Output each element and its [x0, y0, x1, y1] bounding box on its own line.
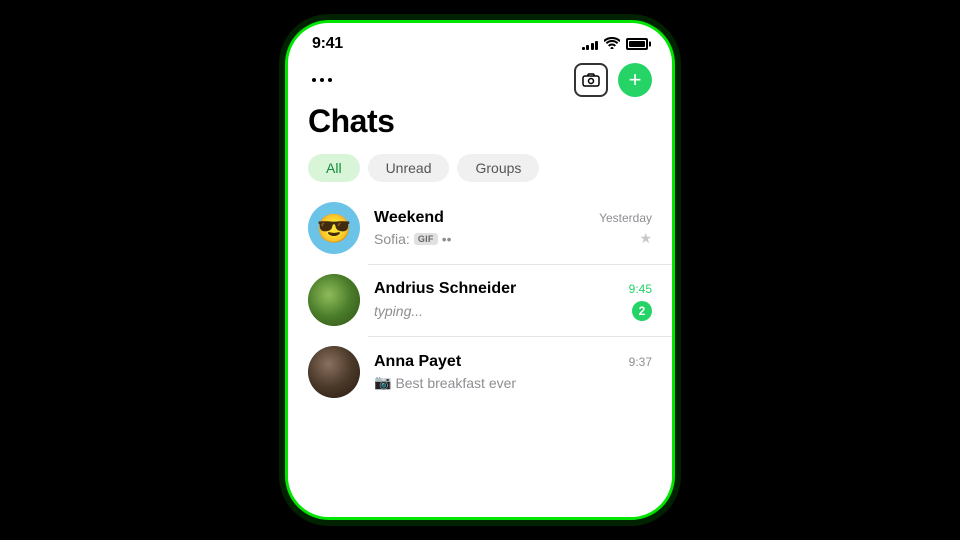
- header-actions: +: [308, 63, 652, 97]
- chat-time-anna: 9:37: [629, 355, 652, 369]
- chat-top-anna: Anna Payet 9:37: [374, 353, 652, 371]
- signal-bars-icon: [582, 38, 599, 50]
- chat-item-anna[interactable]: Anna Payet 9:37 📷 Best breakfast ever: [288, 336, 672, 408]
- more-options-button[interactable]: [308, 74, 336, 86]
- chat-name-anna: Anna Payet: [374, 353, 461, 371]
- dot-icon: [320, 78, 324, 82]
- chat-bottom-anna: 📷 Best breakfast ever: [374, 374, 652, 391]
- chat-bottom-weekend: Sofia: GIF •• ★: [374, 230, 652, 247]
- chat-top-weekend: Weekend Yesterday: [374, 209, 652, 227]
- phone-frame: 9:41: [285, 20, 675, 520]
- chat-top-andrius: Andrius Schneider 9:45: [374, 280, 652, 298]
- chat-preview-andrius: typing...: [374, 303, 423, 319]
- chat-name-andrius: Andrius Schneider: [374, 280, 516, 298]
- filter-tab-unread[interactable]: Unread: [368, 154, 450, 182]
- chat-meta-weekend: ★: [639, 230, 652, 247]
- dot-icon: [328, 78, 332, 82]
- page-title: Chats: [308, 103, 652, 140]
- avatar-andrius: [308, 274, 360, 326]
- status-icons: [582, 36, 649, 52]
- avatar-weekend: 😎: [308, 202, 360, 254]
- chat-bottom-andrius: typing... 2: [374, 301, 652, 321]
- new-chat-button[interactable]: +: [618, 63, 652, 97]
- chat-content-anna: Anna Payet 9:37 📷 Best breakfast ever: [374, 353, 652, 391]
- header-right-actions: +: [574, 63, 652, 97]
- star-icon: ★: [639, 230, 652, 247]
- chat-name-weekend: Weekend: [374, 209, 444, 227]
- gif-badge: GIF: [414, 233, 438, 245]
- camera-icon: [582, 73, 600, 87]
- chat-item-weekend[interactable]: 😎 Weekend Yesterday Sofia: GIF •• ★: [288, 192, 672, 264]
- chat-content-weekend: Weekend Yesterday Sofia: GIF •• ★: [374, 209, 652, 247]
- header: + Chats: [288, 57, 672, 148]
- chat-time-weekend: Yesterday: [599, 211, 652, 225]
- chat-list: 😎 Weekend Yesterday Sofia: GIF •• ★: [288, 192, 672, 517]
- filter-tabs: All Unread Groups: [288, 148, 672, 192]
- chat-item-andrius[interactable]: Andrius Schneider 9:45 typing... 2: [288, 264, 672, 336]
- camera-preview-icon: 📷: [374, 374, 391, 391]
- dot-icon: [312, 78, 316, 82]
- chat-meta-andrius: 2: [632, 301, 652, 321]
- camera-button[interactable]: [574, 63, 608, 97]
- status-bar: 9:41: [288, 23, 672, 57]
- filter-tab-all[interactable]: All: [308, 154, 360, 182]
- chat-content-andrius: Andrius Schneider 9:45 typing... 2: [374, 280, 652, 321]
- battery-icon: [626, 38, 648, 50]
- unread-badge-andrius: 2: [632, 301, 652, 321]
- chat-preview-anna: 📷 Best breakfast ever: [374, 374, 516, 391]
- filter-tab-groups[interactable]: Groups: [457, 154, 539, 182]
- status-time: 9:41: [312, 35, 343, 53]
- wifi-icon: [604, 36, 620, 52]
- chat-preview-weekend: Sofia: GIF ••: [374, 231, 452, 247]
- chat-time-andrius: 9:45: [629, 282, 652, 296]
- avatar-anna: [308, 346, 360, 398]
